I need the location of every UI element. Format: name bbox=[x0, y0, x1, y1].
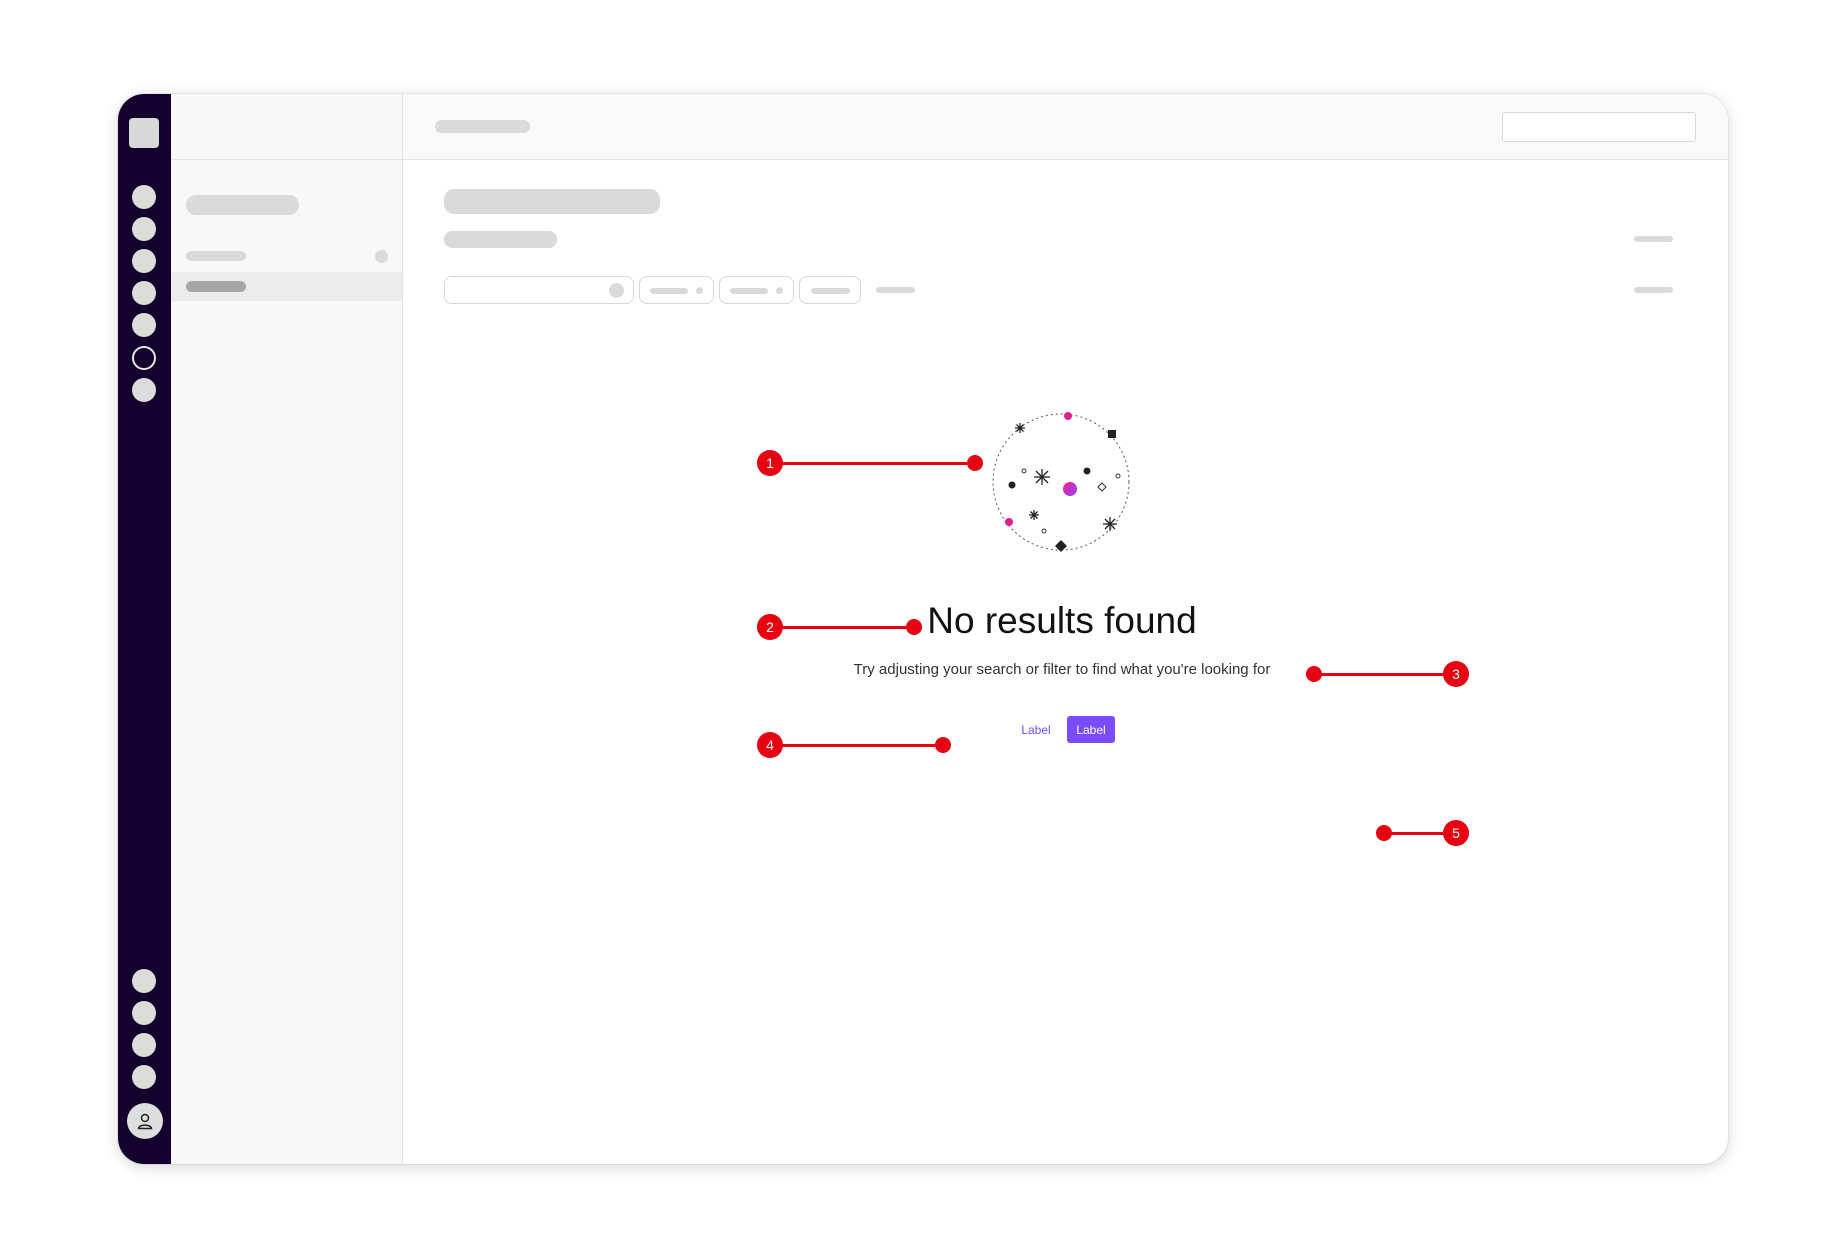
annotation-badge-3: 3 bbox=[1443, 661, 1469, 687]
filter-chip-2-label bbox=[730, 288, 768, 294]
user-icon bbox=[137, 1113, 153, 1130]
chevron-down-icon bbox=[776, 287, 783, 294]
nav-item-3[interactable] bbox=[132, 249, 156, 273]
secondary-button[interactable]: Label bbox=[1014, 716, 1058, 743]
nav-item-7[interactable] bbox=[132, 378, 156, 402]
nav-item-bottom-2[interactable] bbox=[132, 1001, 156, 1025]
nav-item-5[interactable] bbox=[132, 313, 156, 337]
filter-chip-3[interactable] bbox=[799, 276, 861, 304]
avatar[interactable] bbox=[127, 1103, 163, 1139]
result-count-placeholder bbox=[1634, 287, 1673, 293]
top-bar bbox=[403, 94, 1728, 160]
annotation-badge-1: 1 bbox=[757, 450, 783, 476]
app-logo[interactable] bbox=[129, 118, 159, 148]
page-title-placeholder bbox=[444, 189, 660, 214]
side-item-badge bbox=[375, 250, 388, 263]
nav-item-4[interactable] bbox=[132, 281, 156, 305]
side-panel bbox=[171, 94, 403, 1164]
nav-item-bottom-3[interactable] bbox=[132, 1033, 156, 1057]
page-subtitle-placeholder bbox=[444, 231, 557, 248]
annotation-badge-5: 5 bbox=[1443, 820, 1469, 846]
nav-item-2[interactable] bbox=[132, 217, 156, 241]
side-item-placeholder-2 bbox=[186, 281, 246, 292]
header-meta-placeholder bbox=[1634, 236, 1673, 242]
empty-state-title: No results found bbox=[927, 600, 1197, 641]
nav-item-bottom-4[interactable] bbox=[132, 1065, 156, 1089]
nav-item-bottom-1[interactable] bbox=[132, 969, 156, 993]
primary-button[interactable]: Label bbox=[1067, 716, 1115, 743]
empty-state-illustration bbox=[992, 412, 1130, 552]
nav-item-1[interactable] bbox=[132, 185, 156, 209]
filter-chip-2[interactable] bbox=[719, 276, 794, 304]
nav-item-active[interactable] bbox=[132, 346, 156, 370]
side-panel-title-placeholder bbox=[186, 195, 299, 215]
global-search-input[interactable] bbox=[1502, 112, 1696, 142]
side-item-placeholder-1[interactable] bbox=[186, 251, 246, 261]
filter-search-input[interactable] bbox=[444, 276, 634, 304]
side-panel-header bbox=[171, 94, 402, 160]
filter-chip-1-label bbox=[650, 288, 688, 294]
side-item-selected[interactable] bbox=[171, 272, 402, 301]
annotation-badge-2: 2 bbox=[757, 614, 783, 640]
empty-state-description: Try adjusting your search or filter to f… bbox=[853, 661, 1271, 678]
clear-filters-placeholder[interactable] bbox=[876, 287, 915, 293]
filter-chip-3-label bbox=[811, 288, 850, 294]
search-icon bbox=[609, 283, 624, 298]
chevron-down-icon bbox=[696, 287, 703, 294]
breadcrumb-placeholder bbox=[435, 120, 530, 133]
nav-rail bbox=[118, 94, 171, 1164]
filter-chip-1[interactable] bbox=[639, 276, 714, 304]
annotation-badge-4: 4 bbox=[757, 732, 783, 758]
